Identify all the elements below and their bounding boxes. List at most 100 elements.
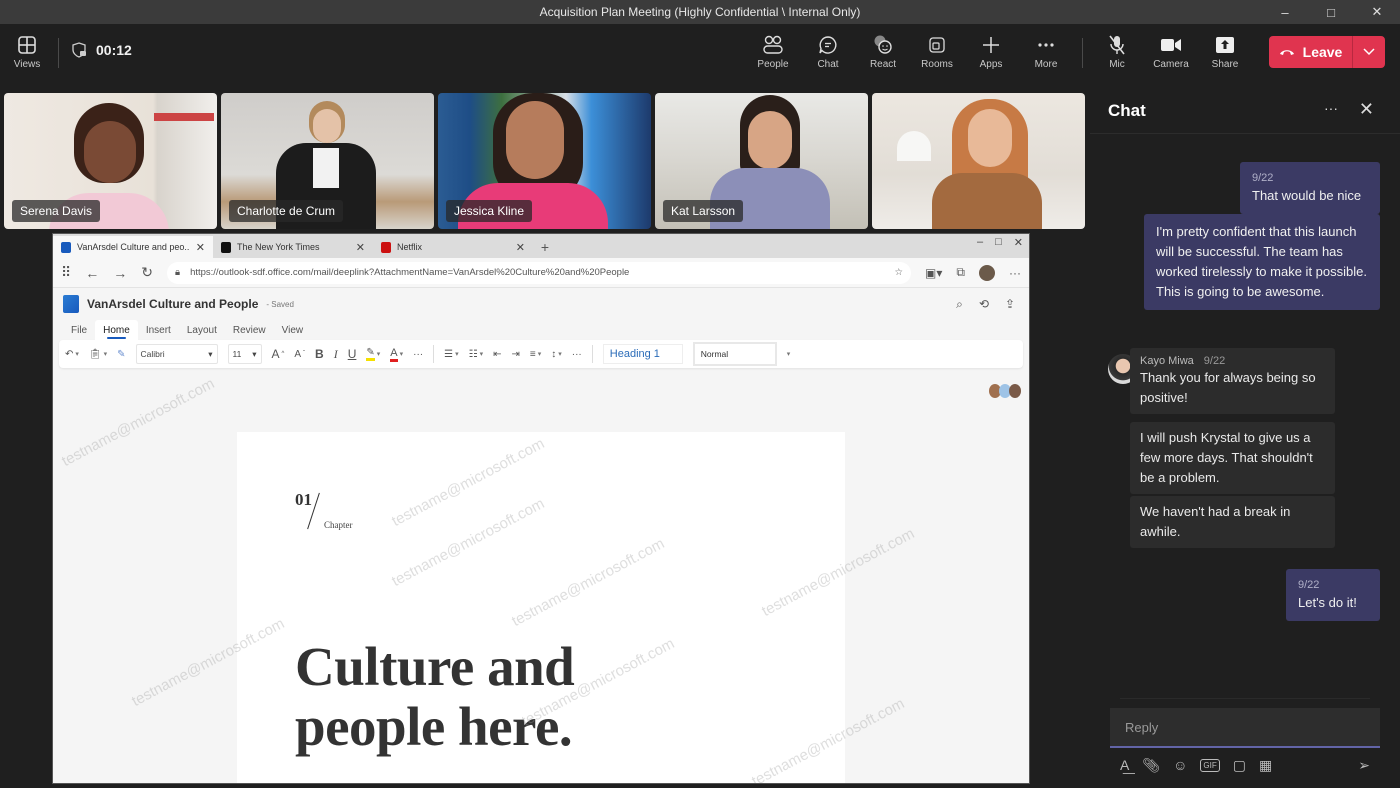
paste-button[interactable]: 📋︎ ▾ xyxy=(89,349,107,360)
line-spacing-button[interactable]: ↕ ▾ xyxy=(551,349,562,360)
refresh-icon[interactable]: ↻ xyxy=(141,264,153,281)
favorites-icon[interactable]: ☆ xyxy=(895,267,904,278)
document-title[interactable]: VanArsdel Culture and People xyxy=(87,297,258,311)
coauthor-avatars[interactable] xyxy=(989,384,1021,398)
minimize-button[interactable]: – xyxy=(1262,0,1308,24)
ribbon-tab-file[interactable]: File xyxy=(63,320,95,340)
close-window-button[interactable]: ✕ xyxy=(1354,0,1400,24)
close-tab-icon[interactable]: ✕ xyxy=(196,241,205,254)
chat-message[interactable]: Kayo Miwa 9/22 Thank you for always being… xyxy=(1130,348,1335,414)
shield-lock-icon xyxy=(72,42,86,58)
increase-indent-button[interactable]: ⇥ xyxy=(512,349,520,360)
align-button[interactable]: ≡ ▾ xyxy=(530,349,541,360)
browser-tab[interactable]: The New York Times ✕ xyxy=(213,236,373,258)
more-paragraph-options[interactable]: ··· xyxy=(572,349,582,360)
browser-menu-icon[interactable]: ··· xyxy=(1009,266,1021,280)
share-icon xyxy=(1200,34,1250,56)
app-launcher-icon[interactable]: ⠿ xyxy=(61,264,71,281)
browser-tab[interactable]: VanArsdel Culture and peo... ✕ xyxy=(53,236,213,258)
document-page[interactable]: 01 Chapter Culture and people here. xyxy=(237,432,845,783)
emoji-icon[interactable]: ☺ xyxy=(1173,757,1187,773)
mic-button[interactable]: Mic xyxy=(1092,34,1142,70)
camera-button[interactable]: Camera xyxy=(1146,34,1196,70)
schedule-meeting-icon[interactable]: ▦ xyxy=(1259,757,1272,774)
chat-message[interactable]: We haven't had a break in awhile. xyxy=(1130,496,1335,548)
netflix-favicon-icon xyxy=(381,241,391,253)
font-color-icon: A xyxy=(390,347,398,362)
ribbon-tab-insert[interactable]: Insert xyxy=(138,320,179,340)
font-size-select[interactable]: 11 ▾ xyxy=(227,344,262,364)
browser-close-icon[interactable]: ✕ xyxy=(1014,236,1023,249)
leave-options-dropdown[interactable] xyxy=(1353,36,1385,68)
underline-button[interactable]: U xyxy=(348,347,357,361)
style-normal[interactable]: Normal xyxy=(692,342,777,366)
close-tab-icon[interactable]: ✕ xyxy=(356,241,365,254)
format-painter-button[interactable]: ✎ xyxy=(117,349,125,360)
views-button[interactable]: Views xyxy=(10,34,44,70)
more-button[interactable]: More xyxy=(1021,34,1071,70)
share-doc-icon[interactable]: ⇪ xyxy=(1005,297,1015,312)
close-tab-icon[interactable]: ✕ xyxy=(516,241,525,254)
ribbon-tab-layout[interactable]: Layout xyxy=(179,320,225,340)
video-tile[interactable]: Kat Larsson xyxy=(655,93,868,229)
chat-message[interactable]: 9/22 Let's do it! xyxy=(1286,569,1380,621)
ribbon-tab-home[interactable]: Home xyxy=(95,320,138,340)
apps-button[interactable]: Apps xyxy=(966,34,1016,70)
url-field[interactable]: 🔒︎ https://outlook-sdf.office.com/mail/d… xyxy=(167,261,912,284)
format-icon[interactable]: A͟ xyxy=(1120,757,1129,773)
back-icon[interactable]: ← xyxy=(85,265,99,281)
new-tab-button[interactable]: + xyxy=(533,236,557,258)
browser-maximize-icon[interactable]: □ xyxy=(995,236,1002,249)
rooms-button[interactable]: Rooms xyxy=(912,34,962,70)
maximize-button[interactable]: □ xyxy=(1308,0,1354,24)
chat-message[interactable]: I will push Krystal to give us a few mor… xyxy=(1130,422,1335,494)
ribbon-tab-review[interactable]: Review xyxy=(225,320,274,340)
chat-more-icon[interactable]: ··· xyxy=(1324,100,1338,116)
close-chat-icon[interactable]: ✕ xyxy=(1359,99,1374,120)
more-font-options[interactable]: ··· xyxy=(413,349,423,360)
decrease-indent-button[interactable]: ⇤ xyxy=(493,349,501,360)
browser-minimize-icon[interactable]: – xyxy=(977,236,983,249)
meeting-timer: 00:12 xyxy=(72,42,132,58)
shrink-font-button[interactable]: Aˇ xyxy=(294,349,305,360)
bold-button[interactable]: B xyxy=(315,347,324,361)
reply-input[interactable]: Reply xyxy=(1110,708,1380,748)
send-icon[interactable]: ➢ xyxy=(1358,757,1370,774)
numbering-button[interactable]: ☷ ▾ xyxy=(469,349,483,360)
video-tile[interactable]: Jessica Kline xyxy=(438,93,651,229)
chat-message[interactable]: 9/22 That would be nice xyxy=(1240,162,1380,214)
gif-icon[interactable]: GIF xyxy=(1200,758,1220,772)
history-icon[interactable]: ⟲ xyxy=(979,297,989,312)
video-tile[interactable]: Charlotte de Crum xyxy=(221,93,434,229)
profile-avatar[interactable] xyxy=(979,264,995,281)
share-button[interactable]: Share xyxy=(1200,34,1250,70)
react-button[interactable]: React xyxy=(858,34,908,70)
chat-button[interactable]: Chat xyxy=(803,34,853,70)
chevron-down-icon xyxy=(1363,48,1375,56)
participant-name: Serena Davis xyxy=(12,200,101,222)
undo-button[interactable]: ↶ ▾ xyxy=(65,349,79,360)
ribbon-toolbar: ↶ ▾ 📋︎ ▾ ✎ Calibri ▾ 11 ▾ A ^ Aˇ B I U ✎ ▾ A ▾ … xyxy=(59,340,1023,368)
extension-icon[interactable]: ▣▾ xyxy=(925,266,942,280)
forward-icon[interactable]: → xyxy=(113,265,127,281)
styles-dropdown[interactable]: ▾ xyxy=(787,350,791,358)
grow-font-button[interactable]: A ^ xyxy=(272,347,285,361)
bullets-button[interactable]: ☰ ▾ xyxy=(444,349,458,360)
highlight-button[interactable]: ✎ ▾ xyxy=(366,347,380,361)
font-color-button[interactable]: A ▾ xyxy=(390,347,403,362)
leave-button[interactable]: Leave xyxy=(1269,36,1353,68)
chat-message[interactable]: I'm pretty confident that this launch wi… xyxy=(1144,214,1380,310)
ribbon-tab-view[interactable]: View xyxy=(274,320,312,340)
attach-icon[interactable]: 📎︎ xyxy=(1142,757,1160,774)
collections-icon[interactable]: ⧉ xyxy=(956,265,965,280)
align-icon: ≡ xyxy=(529,348,536,360)
style-heading-1[interactable]: Heading 1 xyxy=(602,344,683,364)
people-button[interactable]: People xyxy=(748,34,798,70)
italic-button[interactable]: I xyxy=(334,347,338,362)
sticker-icon[interactable]: ▢ xyxy=(1233,757,1246,774)
video-tile[interactable]: Serena Davis xyxy=(4,93,217,229)
font-family-select[interactable]: Calibri ▾ xyxy=(135,344,218,364)
video-tile[interactable] xyxy=(872,93,1085,229)
browser-tab[interactable]: Netflix ✕ xyxy=(373,236,533,258)
search-icon[interactable]: ⌕ xyxy=(956,297,963,312)
